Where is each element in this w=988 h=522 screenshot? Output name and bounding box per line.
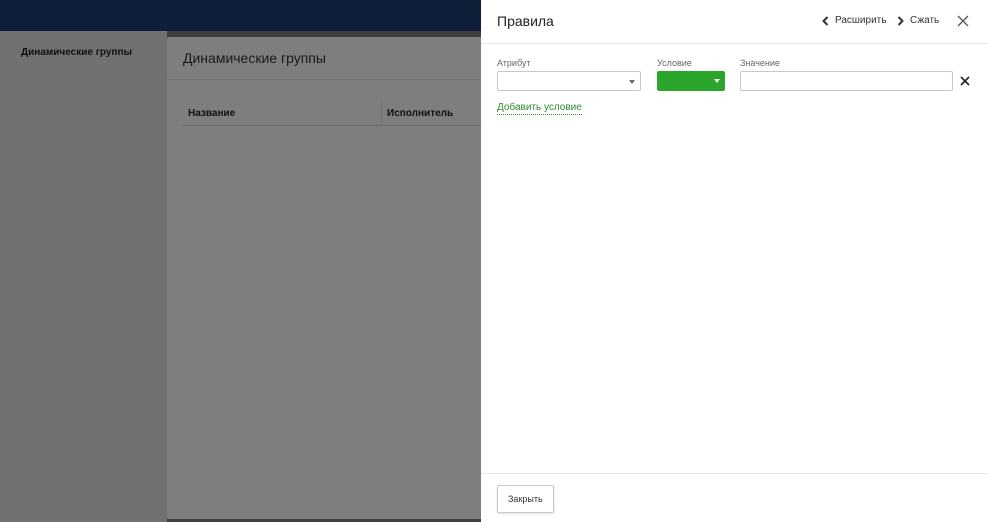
close-button[interactable]: Закрыть bbox=[497, 485, 554, 513]
attribute-select[interactable] bbox=[497, 71, 641, 91]
expand-button[interactable]: Расширить bbox=[822, 15, 886, 26]
caret-down-icon bbox=[629, 80, 635, 84]
collapse-button[interactable]: Сжать bbox=[897, 15, 939, 26]
collapse-label: Сжать bbox=[910, 15, 940, 26]
chevron-left-icon bbox=[822, 15, 829, 26]
rules-panel: Правила Расширить Сжать Атрибут Условие … bbox=[481, 0, 988, 522]
value-label: Значение bbox=[740, 58, 780, 68]
chevron-right-icon bbox=[897, 15, 904, 26]
condition-select[interactable] bbox=[657, 71, 725, 91]
remove-condition-icon[interactable] bbox=[960, 76, 970, 86]
close-icon[interactable] bbox=[957, 15, 969, 27]
value-input[interactable] bbox=[740, 71, 953, 91]
attribute-label: Атрибут bbox=[497, 58, 531, 68]
condition-label: Условие bbox=[657, 58, 692, 68]
caret-down-icon bbox=[714, 79, 720, 83]
panel-header: Правила Расширить Сжать bbox=[481, 0, 988, 44]
panel-footer: Закрыть bbox=[481, 473, 988, 522]
expand-label: Расширить bbox=[835, 15, 887, 26]
panel-title: Правила bbox=[497, 13, 554, 29]
add-condition-link[interactable]: Добавить условие bbox=[497, 102, 582, 115]
